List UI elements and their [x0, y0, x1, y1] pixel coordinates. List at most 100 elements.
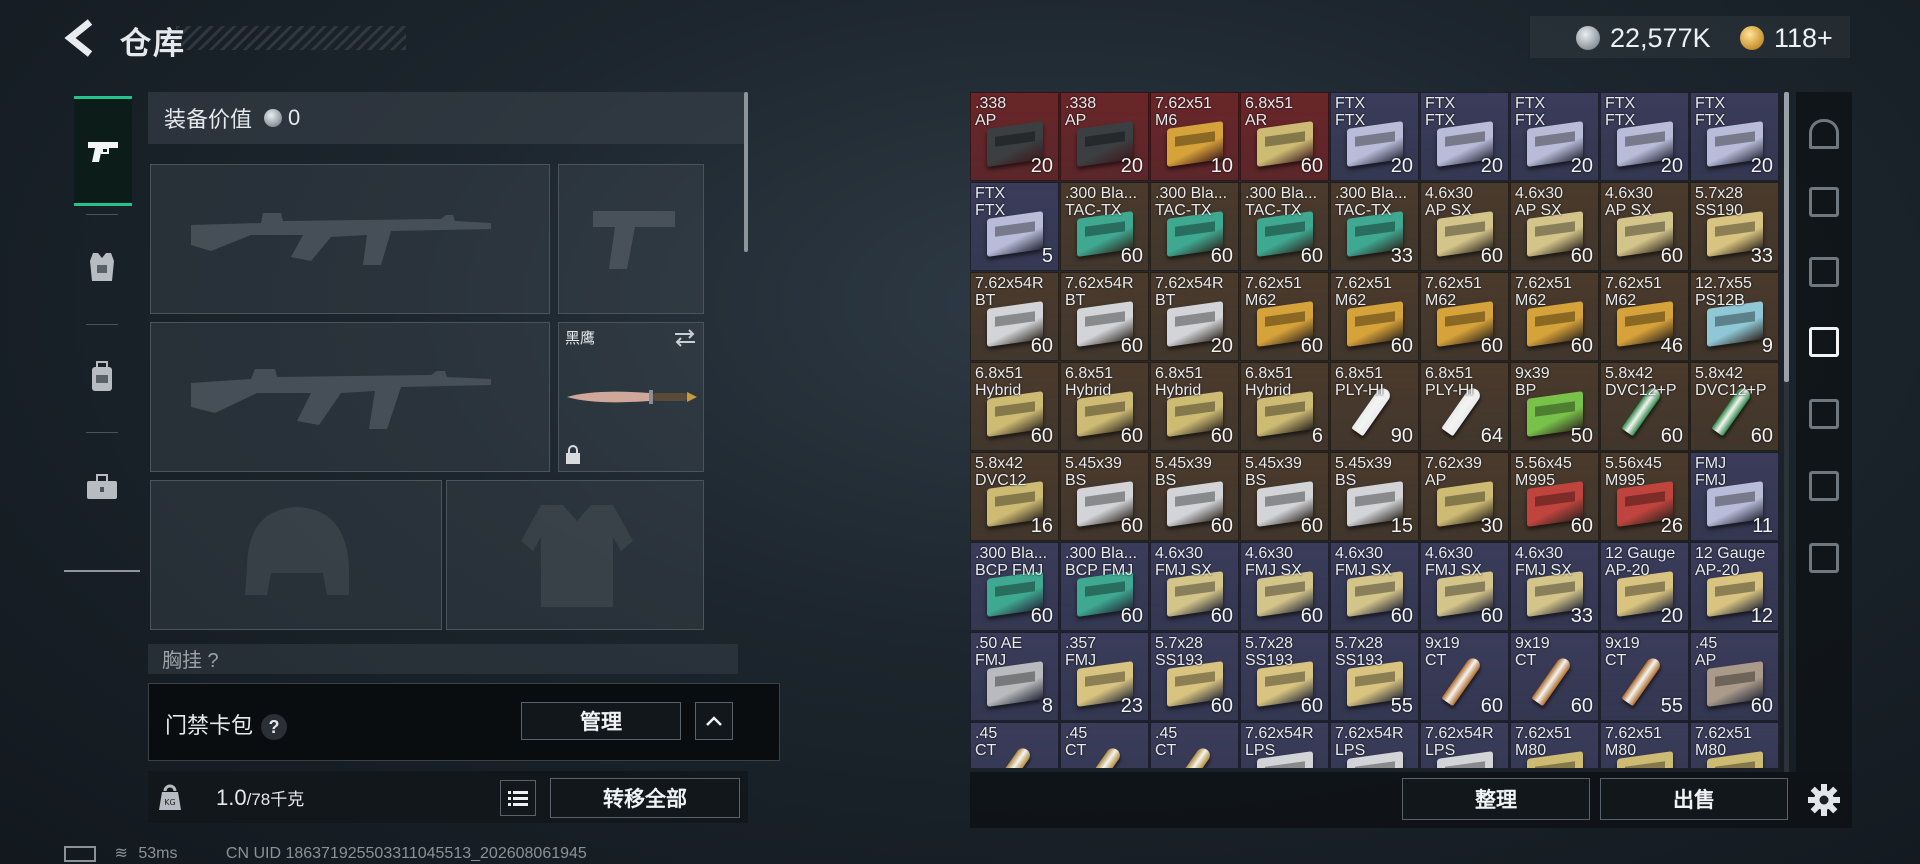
list-view-button[interactable] — [500, 780, 536, 816]
sidearm-slot[interactable] — [558, 164, 704, 314]
storage-tab[interactable] — [1804, 320, 1844, 364]
inventory-item[interactable]: 7.62x51 M6 10 — [1150, 92, 1239, 181]
category-armor-tab[interactable] — [72, 232, 132, 302]
grid-scroll-thumb[interactable] — [1784, 92, 1789, 382]
inventory-item[interactable]: .300 Bla... TAC-TX 60 — [1240, 182, 1329, 271]
storage-tab[interactable] — [1804, 112, 1844, 156]
inventory-item[interactable]: 7.62x51 M62 46 — [1600, 272, 1689, 361]
inventory-item[interactable]: FTX FTX 20 — [1330, 92, 1419, 181]
inventory-item[interactable]: FTX FTX 20 — [1600, 92, 1689, 181]
inventory-item[interactable]: 12.7x55 PS12B 9 — [1690, 272, 1779, 361]
inventory-item[interactable]: 5.56x45 M995 26 — [1600, 452, 1689, 541]
inventory-item[interactable]: .300 Bla... TAC-TX 33 — [1330, 182, 1419, 271]
inventory-item[interactable]: 9x19 CT 60 — [1420, 632, 1509, 721]
inventory-item[interactable]: 4.6x30 AP SX 60 — [1420, 182, 1509, 271]
inventory-item[interactable]: FTX FTX 20 — [1510, 92, 1599, 181]
inventory-item[interactable]: 5.8x42 DVC12+P 60 — [1600, 362, 1689, 451]
inventory-item[interactable]: 7.62x51 M62 60 — [1420, 272, 1509, 361]
back-button[interactable] — [62, 18, 106, 62]
chest-rig-slot[interactable]: 胸挂 ? — [148, 644, 738, 674]
inventory-item[interactable]: 4.6x30 FMJ SX 60 — [1150, 542, 1239, 631]
inventory-item[interactable]: 7.62x51 M62 60 — [1240, 272, 1329, 361]
inventory-item[interactable]: FTX FTX 20 — [1690, 92, 1779, 181]
inventory-item[interactable]: 5.7x28 SS193 55 — [1330, 632, 1419, 721]
inventory-item[interactable]: 7.62x54R LPS — [1240, 722, 1329, 768]
swap-icon[interactable] — [673, 329, 697, 347]
inventory-item[interactable]: 7.62x51 M80 — [1510, 722, 1599, 768]
inventory-item[interactable]: .300 Bla... BCP FMJ 60 — [1060, 542, 1149, 631]
inventory-item[interactable]: .338 AP 20 — [970, 92, 1059, 181]
inventory-item[interactable]: .45 CT — [970, 722, 1059, 768]
storage-tab[interactable] — [1804, 536, 1844, 580]
sort-button[interactable]: 整理 — [1402, 778, 1590, 820]
inventory-item[interactable]: 7.62x54R BT 60 — [970, 272, 1059, 361]
inventory-item[interactable]: 7.62x51 M62 60 — [1510, 272, 1599, 361]
inventory-item[interactable]: 5.8x42 DVC12+P 60 — [1690, 362, 1779, 451]
inventory-item[interactable]: 5.7x28 SS190 33 — [1690, 182, 1779, 271]
inventory-item[interactable]: 5.7x28 SS193 60 — [1240, 632, 1329, 721]
category-backpack-tab[interactable] — [72, 342, 132, 412]
inventory-item[interactable]: 7.62x39 AP 30 — [1420, 452, 1509, 541]
inventory-item[interactable]: .357 FMJ 23 — [1060, 632, 1149, 721]
inventory-item[interactable]: 7.62x51 M62 60 — [1330, 272, 1419, 361]
inventory-item[interactable]: 5.45x39 BS 15 — [1330, 452, 1419, 541]
inventory-item[interactable]: 7.62x54R LPS — [1420, 722, 1509, 768]
melee-slot[interactable]: 黑鹰 — [558, 322, 704, 472]
inventory-item[interactable]: 5.56x45 M995 60 — [1510, 452, 1599, 541]
inventory-item[interactable]: 12 Gauge AP-20 20 — [1600, 542, 1689, 631]
inventory-item[interactable]: 7.62x54R BT 20 — [1150, 272, 1239, 361]
inventory-item[interactable]: 6.8x51 AR 60 — [1240, 92, 1329, 181]
inventory-item[interactable]: 4.6x30 AP SX 60 — [1600, 182, 1689, 271]
inventory-item[interactable]: .45 CT — [1060, 722, 1149, 768]
inventory-item[interactable]: 7.62x54R LPS — [1330, 722, 1419, 768]
inventory-item[interactable]: .300 Bla... TAC-TX 60 — [1150, 182, 1239, 271]
inventory-item[interactable]: FTX FTX 5 — [970, 182, 1059, 271]
inventory-item[interactable]: .300 Bla... BCP FMJ 60 — [970, 542, 1059, 631]
inventory-item[interactable]: .300 Bla... TAC-TX 60 — [1060, 182, 1149, 271]
category-weapons-tab[interactable] — [74, 96, 132, 206]
inventory-item[interactable]: 5.45x39 BS 60 — [1240, 452, 1329, 541]
inventory-item[interactable]: FMJ FMJ 11 — [1690, 452, 1779, 541]
sell-button[interactable]: 出售 — [1600, 778, 1788, 820]
inventory-item[interactable]: .45 AP 60 — [1690, 632, 1779, 721]
storage-tab[interactable] — [1804, 464, 1844, 508]
storage-tab[interactable] — [1804, 250, 1844, 294]
inventory-item[interactable]: 9x19 CT 55 — [1600, 632, 1689, 721]
inventory-item[interactable]: 4.6x30 FMJ SX 60 — [1240, 542, 1329, 631]
inventory-item[interactable]: 5.7x28 SS193 60 — [1150, 632, 1239, 721]
secondary-weapon-slot[interactable] — [150, 322, 550, 472]
inventory-item[interactable]: FTX FTX 20 — [1420, 92, 1509, 181]
equipment-scrollbar[interactable] — [744, 92, 748, 252]
storage-tab[interactable] — [1804, 180, 1844, 224]
inventory-item[interactable]: 7.62x51 M80 — [1690, 722, 1779, 768]
inventory-item[interactable]: 6.8x51 Hybrid 60 — [1150, 362, 1239, 451]
gold-currency[interactable]: 118+ — [1740, 18, 1833, 58]
inventory-item[interactable]: 6.8x51 Hybrid 6 — [1240, 362, 1329, 451]
manage-button[interactable]: 管理 — [521, 702, 681, 740]
primary-weapon-slot[interactable] — [150, 164, 550, 314]
inventory-item[interactable]: .338 AP 20 — [1060, 92, 1149, 181]
expand-button[interactable] — [695, 702, 733, 740]
storage-tab[interactable] — [1804, 392, 1844, 436]
inventory-item[interactable]: .50 AE FMJ 8 — [970, 632, 1059, 721]
inventory-item[interactable]: 5.45x39 BS 60 — [1060, 452, 1149, 541]
inventory-item[interactable]: 4.6x30 FMJ SX 60 — [1420, 542, 1509, 631]
body-armor-slot[interactable] — [446, 480, 704, 630]
inventory-item[interactable]: 9x39 BP 50 — [1510, 362, 1599, 451]
inventory-item[interactable]: 5.8x42 DVC12 16 — [970, 452, 1059, 541]
inventory-item[interactable]: 6.8x51 PLY-HI 64 — [1420, 362, 1509, 451]
inventory-item[interactable]: 6.8x51 PLY-HI 90 — [1330, 362, 1419, 451]
inventory-item[interactable]: 6.8x51 Hybrid 60 — [970, 362, 1059, 451]
inventory-item[interactable]: 5.45x39 BS 60 — [1150, 452, 1239, 541]
inventory-item[interactable]: 6.8x51 Hybrid 60 — [1060, 362, 1149, 451]
inventory-item[interactable]: 9x19 CT 60 — [1510, 632, 1599, 721]
inventory-item[interactable]: 12 Gauge AP-20 12 — [1690, 542, 1779, 631]
helmet-slot[interactable] — [150, 480, 442, 630]
inventory-item[interactable]: .45 CT — [1150, 722, 1239, 768]
category-toolbox-tab[interactable] — [72, 452, 132, 522]
inventory-item[interactable]: 4.6x30 FMJ SX 33 — [1510, 542, 1599, 631]
transfer-all-button[interactable]: 转移全部 — [550, 778, 740, 818]
inventory-item[interactable]: 7.62x51 M80 — [1600, 722, 1689, 768]
help-icon[interactable]: ? — [261, 714, 288, 741]
settings-button[interactable] — [1804, 780, 1844, 820]
